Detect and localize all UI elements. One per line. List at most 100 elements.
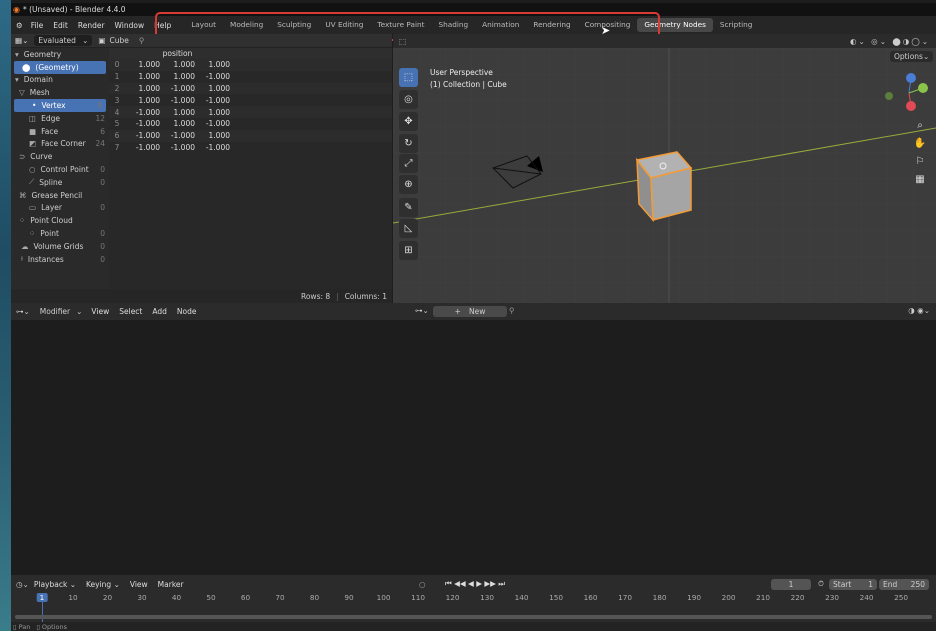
tab-scripting[interactable]: Scripting — [713, 18, 759, 32]
shading-icons[interactable]: ◐⌄ ◎⌄ ⬤◑◯⌄ — [850, 37, 930, 46]
table-header: position — [109, 48, 392, 59]
table-row: 2 1.000 -1.000 1.000 — [109, 82, 392, 95]
frame-tick: 120 — [445, 593, 460, 602]
menu-render[interactable]: Render — [73, 21, 110, 30]
sidebar-item-count: 0 — [100, 254, 105, 264]
cursor-tool-icon[interactable]: ◎ — [399, 90, 418, 109]
evaluation-mode-dropdown[interactable]: Evaluated ⌄ — [34, 35, 93, 46]
viewport-header: ⬚ ◐⌄ ◎⌄ ⬤◑◯⌄ — [393, 34, 936, 48]
sidebar-item-label: Instances — [27, 254, 64, 264]
options-dropdown[interactable]: Options ⌄ — [890, 51, 934, 62]
sidebar-item-curve[interactable]: ⊃ Curve — [11, 150, 109, 163]
node-group-selector[interactable]: ⊶⌄ — [415, 306, 429, 315]
menu-edit[interactable]: Edit — [48, 21, 73, 30]
cell-value: 1.000 — [173, 119, 195, 129]
column-header-position[interactable]: position — [125, 49, 230, 58]
sidebar-item-label: Edge — [41, 113, 60, 123]
sidebar-item-face-corner[interactable]: ◩ Face Corner 24 — [11, 138, 109, 151]
sidebar-item-label: (Geometry) — [35, 62, 79, 72]
sidebar-item-icon: ○ — [29, 165, 36, 175]
sidebar-item-icon: ☁ — [21, 241, 29, 251]
select-tool-icon[interactable]: ⬚ — [399, 68, 418, 87]
object-icon: ▣ — [98, 36, 106, 45]
node-editor-header: ⊶⌄ Modifier ⌄ View Select Add Node ⊶⌄ + New ⚲… — [11, 303, 936, 320]
sidebar-item-grease-pencil[interactable]: ⌘ Grease Pencil — [11, 189, 109, 202]
sidebar-item-domain[interactable]: ▾ Domain — [11, 74, 109, 87]
sidebar-item-control-point[interactable]: ○ Control Point 0 — [11, 163, 109, 176]
sidebar-item-icon: ⁘ — [19, 216, 26, 226]
scale-tool-icon[interactable]: ⤢ — [399, 154, 418, 173]
frame-tick: 10 — [68, 593, 78, 602]
cell-value: 1.000 — [208, 83, 230, 93]
sidebar-item-instances[interactable]: ⟊ Instances 0 — [11, 253, 109, 266]
node-menu-add[interactable]: Add — [147, 307, 172, 316]
sidebar-item-spline[interactable]: ⟋ Spline 0 — [11, 176, 109, 189]
sidebar-item-volume-grids[interactable]: ☁ Volume Grids 0 — [11, 240, 109, 253]
zoom-icon[interactable]: ⌕ — [912, 117, 928, 133]
node-editor[interactable]: ⊶⌄ Modifier ⌄ View Select Add Node ⊶⌄ + New ⚲… — [11, 303, 936, 573]
pin-icon[interactable]: ⚲ — [509, 306, 515, 315]
sidebar-item-icon: ⟊ — [21, 254, 23, 264]
node-menu-node[interactable]: Node — [172, 307, 202, 316]
sidebar-item-count: 0 — [100, 229, 105, 239]
add-cube-tool-icon[interactable]: ⊞ — [399, 241, 418, 260]
node-tree-type-dropdown[interactable]: Modifier ⌄ — [35, 306, 87, 317]
new-node-group-button[interactable]: + New — [433, 306, 507, 317]
frame-tick: 130 — [480, 593, 495, 602]
measure-tool-icon[interactable]: ◺ — [399, 219, 418, 238]
sidebar-item-icon: ⊃ — [19, 152, 26, 162]
sidebar-item-label: Vertex — [41, 101, 66, 111]
frame-tick: 70 — [275, 593, 285, 602]
sidebar-item-label: Layer — [41, 203, 63, 213]
sidebar-item-mesh[interactable]: ▽ Mesh — [11, 86, 109, 99]
pan-hand-icon[interactable]: ✋ — [912, 135, 928, 151]
spreadsheet-sidebar: ▾ Geometry ⬤ (Geometry) ▾ Domain ▽ Mesh • Vertex 8… — [11, 48, 109, 303]
transform-tool-icon[interactable]: ⊕ — [399, 175, 418, 194]
cell-value: -1.000 — [170, 95, 195, 105]
node-menu-select[interactable]: Select — [114, 307, 147, 316]
3d-viewport[interactable]: ⬚ ◐⌄ ◎⌄ ⬤◑◯⌄ User Perspective (1) Collec… — [393, 34, 936, 303]
row-index: 6 — [114, 131, 120, 141]
move-tool-icon[interactable]: ✥ — [399, 112, 418, 131]
overlay-icons[interactable]: ◑ ◉⌄ — [908, 306, 930, 315]
spreadsheet-table: position 0 1.000 1.000 1.000 1 1.000 1.000 -1.0… — [109, 48, 392, 289]
cell-value: 1.000 — [173, 72, 195, 82]
rotate-tool-icon[interactable]: ↻ — [399, 134, 418, 153]
frame-tick: 200 — [721, 593, 736, 602]
sidebar-item-layer[interactable]: ▭ Layer 0 — [11, 202, 109, 215]
sidebar-item-edge[interactable]: ◫ Edge 12 — [11, 112, 109, 125]
evaluation-mode-label: Evaluated — [38, 36, 76, 45]
status-bar: ▯ Pan ▯ Options — [11, 622, 936, 631]
sidebar-item-geometry[interactable]: ▾ Geometry — [11, 48, 109, 61]
frame-tick: 100 — [376, 593, 391, 602]
node-editor-type-icon[interactable]: ⊶⌄ — [16, 307, 30, 316]
blender-menu-icon[interactable]: ⚙ — [16, 21, 23, 30]
spreadsheet-footer: Rows: 8 | Columns: 1 — [11, 289, 392, 303]
node-menu-view[interactable]: View — [86, 307, 114, 316]
sidebar-item-label: Face — [41, 126, 59, 136]
editor-type-icon[interactable]: ▦⌄ — [15, 36, 28, 45]
timeline-scrollbar[interactable] — [15, 615, 932, 619]
sidebar-item-geometry[interactable]: ⬤ (Geometry) — [14, 60, 106, 74]
frame-tick: 110 — [411, 593, 426, 602]
viewport-editor-icon[interactable]: ⬚ — [399, 37, 406, 46]
cube-object — [635, 151, 693, 223]
menu-file[interactable]: File — [26, 21, 49, 30]
frame-tick: 20 — [102, 593, 113, 602]
sidebar-item-icon: ⬤ — [22, 62, 31, 72]
cell-value: -1.000 — [170, 142, 195, 152]
camera-view-icon[interactable]: ⚐ — [912, 153, 928, 169]
sidebar-item-label: Spline — [39, 177, 63, 187]
grid-view-icon[interactable]: ▦ — [912, 171, 928, 187]
sidebar-item-point[interactable]: ⁘ Point 0 — [11, 227, 109, 240]
sidebar-item-face[interactable]: ■ Face 6 — [11, 125, 109, 138]
table-row: 1 1.000 1.000 -1.000 — [109, 71, 392, 83]
menu-window[interactable]: Window — [110, 21, 150, 30]
annotate-tool-icon[interactable]: ✎ — [399, 198, 418, 217]
sidebar-item-point-cloud[interactable]: ⁘ Point Cloud — [11, 214, 109, 227]
cell-value: -1.000 — [135, 142, 160, 152]
pin-icon[interactable]: ⚲ — [139, 36, 145, 45]
sidebar-item-vertex[interactable]: • Vertex 8 — [14, 99, 106, 112]
sidebar-item-icon: ▭ — [29, 203, 37, 213]
row-index: 0 — [114, 60, 120, 70]
